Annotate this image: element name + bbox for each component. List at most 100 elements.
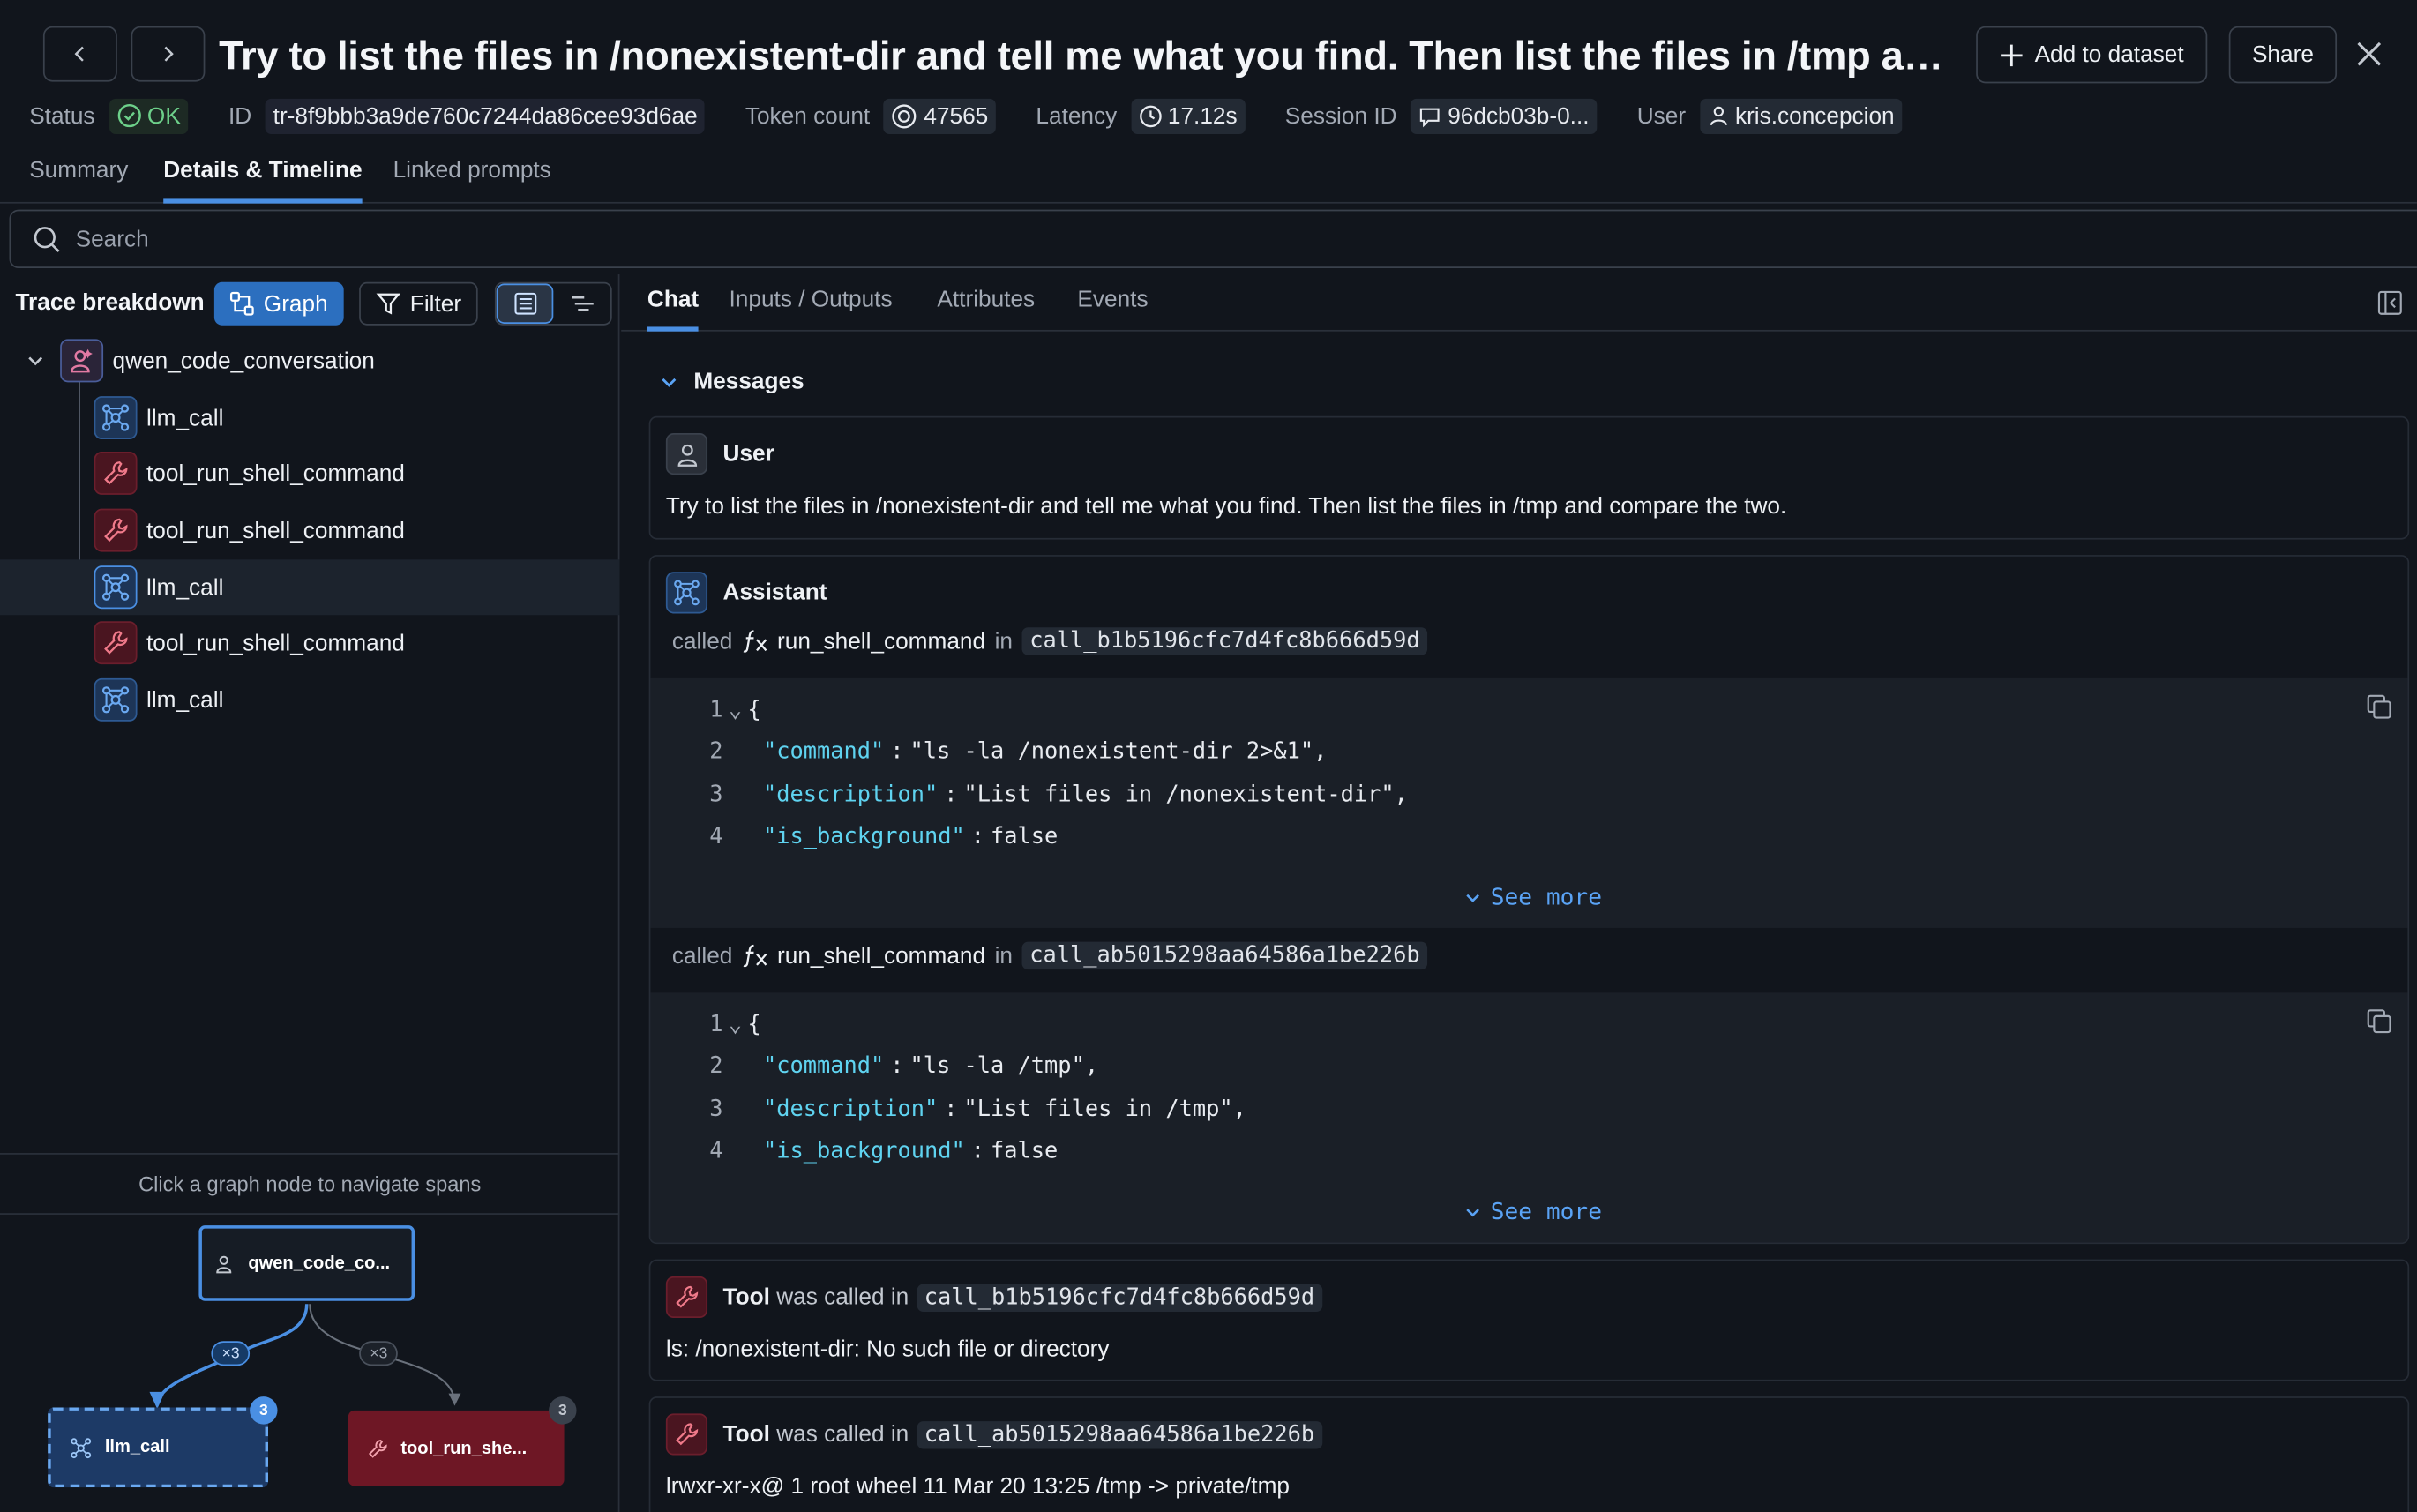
latency-value: 17.12s	[1167, 102, 1238, 129]
trace-id-value[interactable]: tr-8f9bbb3a9de760c7244da86cee93d6ae	[265, 97, 706, 134]
tab-summary[interactable]: Summary	[29, 157, 128, 203]
tab-details-timeline[interactable]: Details & Timeline	[163, 157, 363, 204]
chevron-down-icon[interactable]	[26, 351, 45, 370]
tree-label: tool_run_shell_command	[146, 460, 405, 487]
role-label: Assistant	[722, 580, 827, 606]
line-number: 2	[709, 1054, 723, 1080]
agent-icon	[216, 1254, 232, 1273]
add-to-dataset-button[interactable]: Add to dataset	[1976, 26, 2207, 84]
chevron-right-icon	[164, 46, 174, 62]
copy-icon	[2367, 694, 2391, 719]
span-detail-tabs: Chat Inputs / Outputs Attributes Events	[621, 274, 2417, 332]
tool-call-header: called run_shell_command in call_ab50152…	[672, 941, 1428, 970]
share-button[interactable]: Share	[2228, 26, 2338, 84]
timeline-icon	[571, 296, 593, 311]
llm-icon	[71, 1437, 92, 1458]
code-line: 4 "is_background": false	[650, 819, 1058, 856]
tab-attributes[interactable]: Attributes	[937, 287, 1035, 332]
tool-output: lrwxr-xr-x@ 1 root wheel 11 Mar 20 13:25…	[665, 1473, 1291, 1501]
graph-node-label: qwen_code_co...	[248, 1254, 391, 1273]
tab-inputs-outputs[interactable]: Inputs / Outputs	[730, 287, 893, 332]
trace-header: Try to list the files in /nonexistent-di…	[0, 0, 2417, 204]
message-role: Assistant	[665, 572, 827, 614]
line-number: 1	[709, 698, 723, 723]
status-value: OK	[146, 102, 181, 129]
session-id-badge[interactable]: 96dcb03b-0...	[1411, 97, 1598, 134]
function-name: run_shell_command	[742, 628, 985, 655]
tool-phrase: was called in	[776, 1284, 909, 1311]
list-view-button[interactable]	[496, 283, 554, 324]
graph-hint: Click a graph node to navigate spans	[0, 1153, 620, 1215]
call-id: call_ab5015298aa64586a1be226b	[917, 1420, 1322, 1448]
tree-row-qwen-code-conversation[interactable]: qwen_code_conversation	[0, 333, 619, 388]
check-circle-icon	[116, 103, 141, 128]
fold-icon[interactable]: ⌄	[723, 699, 748, 723]
latency-badge: 17.12s	[1130, 97, 1246, 134]
message-role: Tool was called in call_ab5015298aa64586…	[665, 1413, 1322, 1456]
status-badge: OK	[109, 97, 189, 134]
next-trace-button[interactable]	[131, 26, 206, 82]
tree-label: llm_call	[146, 686, 224, 714]
line-number: 3	[709, 782, 723, 808]
code-text: {	[747, 1013, 761, 1038]
token-count-label: Token count	[745, 102, 871, 129]
plus-icon	[2001, 43, 2023, 66]
chevron-down-icon	[1466, 893, 1479, 902]
previous-trace-button[interactable]	[42, 26, 117, 82]
fold-icon[interactable]: ⌄	[723, 1013, 748, 1037]
graph-edge-count: ×3	[211, 1341, 251, 1366]
chevron-down-icon	[662, 377, 677, 386]
tab-linked-prompts[interactable]: Linked prompts	[393, 157, 551, 203]
tree-row-tool-run-shell-command-2[interactable]: tool_run_shell_command	[0, 503, 619, 558]
see-more-button[interactable]: See more	[1464, 883, 1602, 911]
graph-node-tool[interactable]: tool_run_she...	[348, 1410, 565, 1486]
messages-section-toggle[interactable]: Messages	[660, 368, 804, 395]
graph-button-label: Graph	[263, 290, 328, 318]
line-number: 3	[709, 1097, 723, 1123]
close-button[interactable]	[2353, 39, 2384, 70]
json-value: "List files in /tmp",	[963, 1097, 1246, 1123]
tree-row-tool-run-shell-command-3[interactable]: tool_run_shell_command	[0, 615, 619, 670]
tool-call-arguments: 1 ⌄{ 2 "command": "ls -la /tmp", 3 "descript…	[650, 992, 2408, 1243]
json-key: "description"	[762, 1097, 939, 1123]
filter-button[interactable]: Filter	[359, 281, 479, 326]
collapse-panel-button[interactable]	[2376, 290, 2403, 317]
filter-button-label: Filter	[409, 290, 462, 318]
user-value: kris.concepcion	[1734, 102, 1895, 129]
trace-breakdown-panel: Trace breakdown Graph Filter qwen_code_c…	[0, 274, 620, 1512]
llm-icon	[94, 565, 138, 610]
trace-breakdown-title: Trace breakdown	[15, 289, 205, 317]
copy-button[interactable]	[2366, 1008, 2392, 1035]
messages-header: Messages	[693, 368, 804, 395]
line-number: 4	[709, 824, 723, 850]
timeline-view-button[interactable]	[553, 284, 610, 324]
tree-row-llm-call-1[interactable]: llm_call	[0, 390, 619, 445]
code-line: 4 "is_background": false	[650, 1133, 1058, 1170]
code-line: 1 ⌄{	[650, 692, 760, 730]
chevron-down-icon	[1466, 1208, 1479, 1216]
json-value: "ls -la /nonexistent-dir 2>&1",	[909, 739, 1328, 765]
tab-events[interactable]: Events	[1077, 287, 1148, 332]
graph-node-root[interactable]: qwen_code_co...	[198, 1225, 415, 1301]
line-number: 1	[709, 1013, 723, 1038]
json-key: "is_background"	[762, 824, 965, 850]
span-search-input[interactable]: Search	[9, 209, 2417, 269]
trace-tabs: Summary Details & Timeline Linked prompt…	[0, 148, 2417, 204]
token-count-value: 47565	[924, 102, 989, 129]
graph-node-llm-call[interactable]: llm_call	[48, 1407, 269, 1488]
user-badge[interactable]: kris.concepcion	[1699, 97, 1903, 134]
tree-row-llm-call-3[interactable]: llm_call	[0, 672, 619, 728]
view-mode-toggle	[494, 281, 612, 326]
filter-icon	[376, 293, 401, 315]
tree-label: llm_call	[146, 404, 224, 431]
wrench-icon	[665, 1276, 708, 1319]
graph-toggle-button[interactable]: Graph	[213, 281, 344, 326]
see-more-button[interactable]: See more	[1464, 1198, 1602, 1225]
share-label: Share	[2251, 41, 2314, 68]
tab-chat[interactable]: Chat	[647, 287, 700, 332]
tree-row-llm-call-2[interactable]: llm_call	[0, 559, 620, 616]
copy-button[interactable]	[2366, 693, 2392, 720]
call-id: call_ab5015298aa64586a1be226b	[1021, 941, 1428, 970]
user-icon	[1710, 106, 1727, 126]
tree-row-tool-run-shell-command-1[interactable]: tool_run_shell_command	[0, 445, 619, 501]
